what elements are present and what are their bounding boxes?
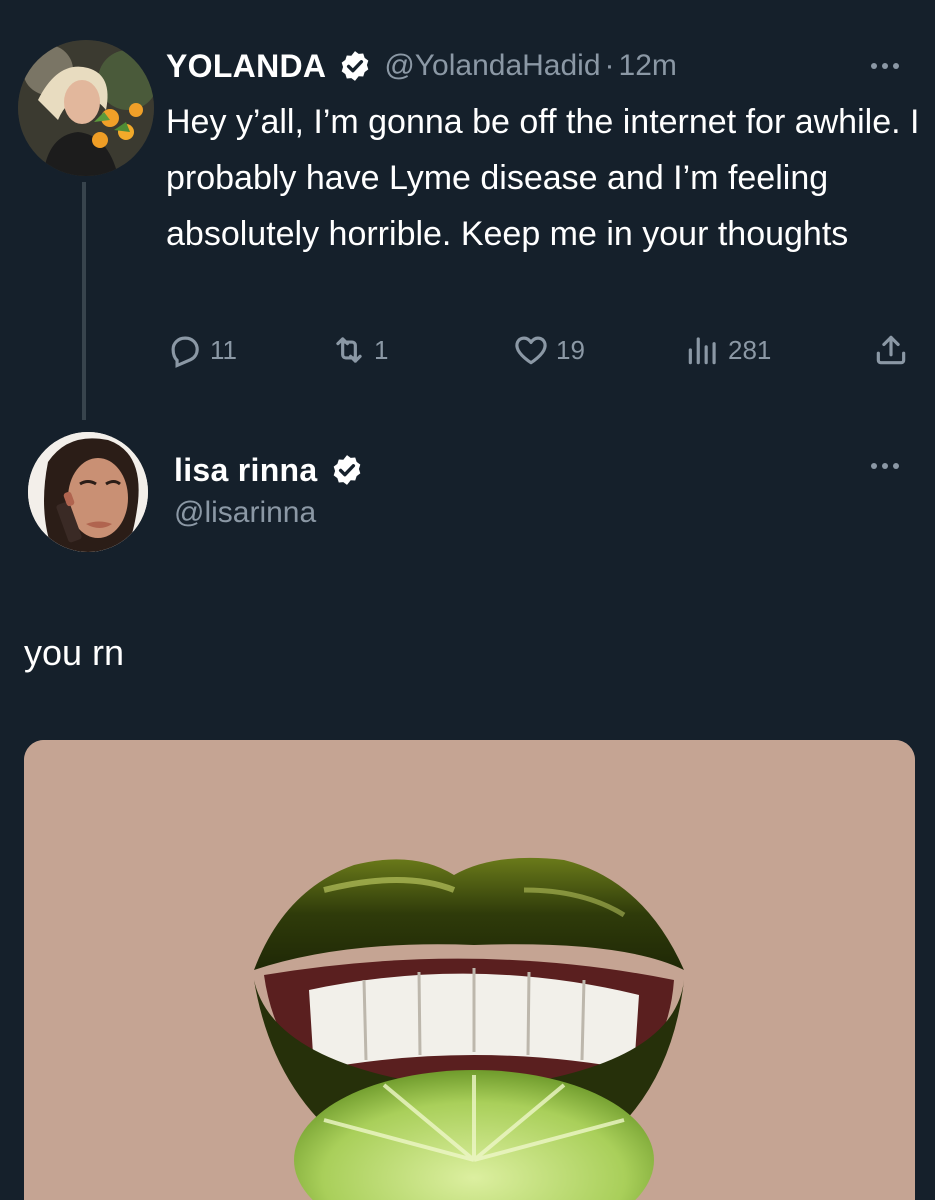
- lisa-rinna-avatar[interactable]: [28, 432, 148, 552]
- reply-count: 11: [210, 334, 237, 365]
- retweet-icon: [336, 337, 362, 363]
- tweet2-media-image[interactable]: [24, 740, 915, 1200]
- views-chart-icon: [688, 337, 716, 365]
- views-button[interactable]: 281: [684, 328, 771, 372]
- share-icon: [876, 335, 906, 365]
- like-button[interactable]: 19: [512, 328, 585, 372]
- tweet1-action-bar: 11 1 19 281: [166, 328, 916, 372]
- more-options-icon[interactable]: [860, 454, 910, 478]
- more-options-icon[interactable]: [860, 54, 910, 78]
- tweet1-timestamp[interactable]: 12m: [619, 49, 677, 83]
- tweet1-handle[interactable]: @YolandaHadid: [384, 49, 600, 83]
- reply-button[interactable]: 11: [166, 328, 237, 372]
- views-count: 281: [728, 334, 772, 365]
- heart-icon: [515, 336, 547, 365]
- tweet2-display-name[interactable]: lisa rinna: [174, 452, 318, 489]
- tweet1-separator: ·: [604, 49, 615, 82]
- retweet-count: 1: [374, 334, 389, 365]
- yolanda-avatar[interactable]: [18, 40, 154, 176]
- tweet2-text: you rn: [24, 632, 125, 673]
- retweet-button[interactable]: 1: [330, 328, 388, 372]
- tweet2-handle[interactable]: @lisarinna: [174, 496, 316, 530]
- tweet1-text: Hey y’all, I’m gonna be off the internet…: [166, 103, 920, 253]
- verified-badge-icon: [330, 453, 364, 487]
- tweet1-header: YOLANDA @YolandaHadid · 12m: [166, 44, 677, 88]
- like-count: 19: [556, 334, 585, 365]
- tweet2-header: lisa rinna: [174, 448, 364, 492]
- verified-badge-icon: [338, 49, 372, 83]
- thread-connector-line: [82, 182, 86, 420]
- tweet1-display-name[interactable]: YOLANDA: [166, 48, 326, 85]
- share-button[interactable]: [872, 328, 916, 372]
- reply-icon: [171, 336, 199, 368]
